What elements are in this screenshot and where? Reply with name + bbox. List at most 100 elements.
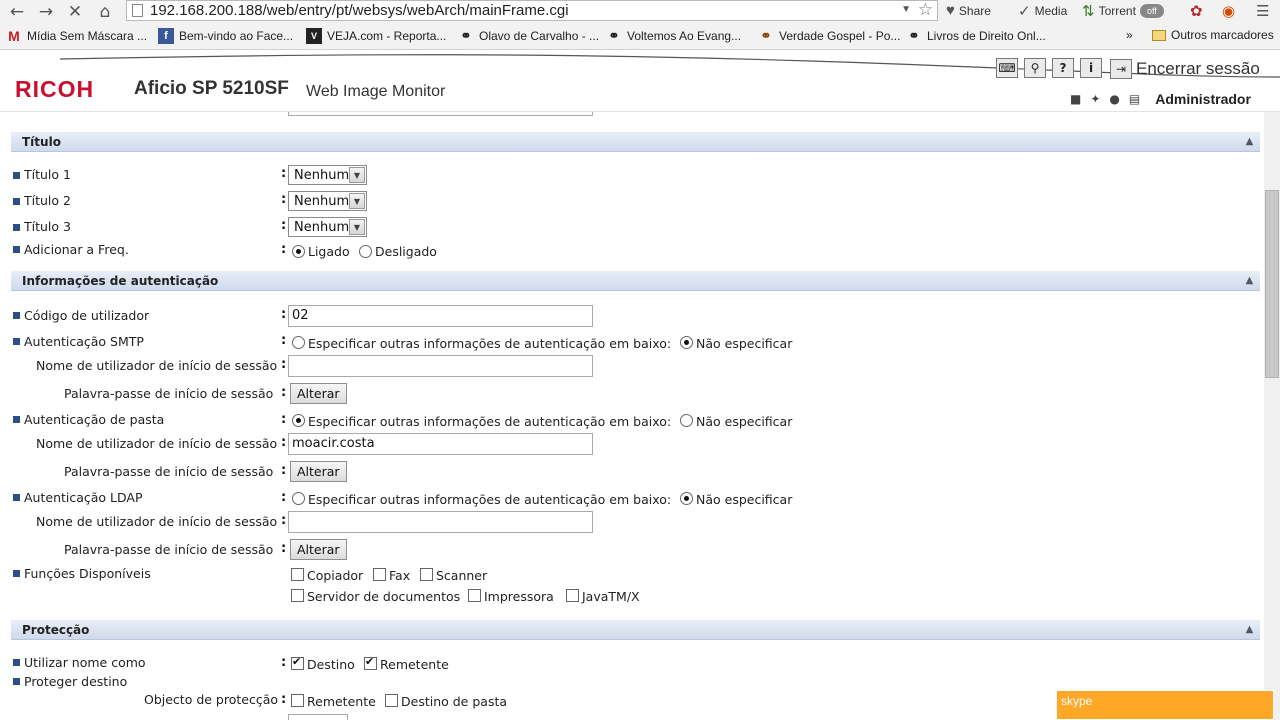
overflow-chevron-icon: » (1126, 28, 1133, 42)
freq-on-radio[interactable] (292, 245, 305, 258)
function-fax-checkbox[interactable] (373, 568, 386, 581)
smtp-username-input[interactable] (288, 355, 593, 377)
other-bookmarks[interactable]: Outros marcadores (1152, 28, 1274, 42)
titulo1-select[interactable]: Nenhum ▼ (288, 165, 367, 185)
colon: : (281, 242, 287, 257)
folder-username-input[interactable]: moacir.costa (288, 433, 593, 455)
user-icon[interactable]: ● (1109, 92, 1119, 106)
smtp-not-specify-radio[interactable] (680, 336, 693, 349)
checkbox-label: Remetente (307, 694, 376, 709)
home-icon[interactable]: ⌂ (92, 0, 118, 24)
bookmark-item[interactable]: ⚭ Livros de Direito Onl... (906, 28, 1046, 44)
torrent-extension[interactable]: ⇅ Torrent off (1082, 2, 1164, 20)
freq-off-radio[interactable] (359, 245, 372, 258)
use-name-sender-checkbox[interactable] (364, 655, 377, 670)
bookmark-item[interactable]: ⚭ Olavo de Carvalho - ... (458, 28, 600, 44)
partial-input[interactable] (288, 112, 593, 116)
function-document-server-checkbox[interactable] (291, 589, 304, 602)
user-code-input[interactable]: 02 (288, 305, 593, 327)
function-copier-checkbox[interactable] (291, 568, 304, 581)
info-icon[interactable]: i (1080, 58, 1102, 78)
field-label: Objecto de protecção (144, 692, 279, 707)
partial-bottom-input[interactable] (288, 714, 348, 720)
function-scanner-checkbox[interactable] (420, 568, 433, 581)
titulo2-select[interactable]: Nenhum ▼ (288, 191, 367, 211)
folder-change-password-button[interactable]: Alterar (290, 461, 347, 482)
bookmark-item[interactable]: ⚭ Voltemos Ao Evang... (606, 28, 742, 44)
colon: : (281, 307, 287, 322)
field-label: Nome de utilizador de início de sessão (36, 514, 278, 529)
bullet-icon (13, 659, 20, 666)
titulo3-select[interactable]: Nenhum ▼ (288, 217, 367, 237)
protect-sender-checkbox[interactable] (291, 694, 304, 707)
field-label: Funções Disponíveis (24, 566, 151, 581)
main-content: Título ▲ Título 1 : Nenhum ▼ Título 2 : … (0, 112, 1264, 720)
extension-icon-2[interactable]: ◉ (1222, 2, 1235, 20)
smtp-change-password-button[interactable]: Alterar (290, 383, 347, 404)
bookmark-label: Livros de Direito Onl... (927, 29, 1046, 43)
forward-arrow-icon[interactable]: → (33, 0, 59, 24)
ldap-username-input[interactable] (288, 511, 593, 533)
url-dropdown-icon[interactable]: ▼ (901, 4, 911, 15)
protect-folder-dest-checkbox[interactable] (385, 694, 398, 707)
logout-label: Encerrar sessão (1136, 59, 1260, 78)
app-header: RICOH Aficio SP 5210SF Web Image Monitor… (0, 51, 1280, 112)
extension-icon-1[interactable]: ✿ (1190, 2, 1203, 20)
radio-label: Não especificar (696, 414, 793, 429)
use-name-destination-checkbox[interactable] (291, 655, 304, 670)
app-name: Web Image Monitor (306, 83, 446, 100)
lock-icon[interactable]: ■ (1070, 92, 1081, 106)
skype-notification[interactable]: skype (1056, 690, 1274, 720)
folder-not-specify-radio[interactable] (680, 414, 693, 427)
bookmark-item[interactable]: M Mídia Sem Máscara ... (6, 28, 147, 44)
globe-icon: ⚭ (460, 28, 472, 43)
ldap-specify-radio[interactable] (292, 492, 305, 505)
ldap-not-specify-radio[interactable] (680, 492, 693, 505)
globe-icon: ⚭ (908, 28, 920, 43)
share-extension[interactable]: ♥ Share (946, 2, 991, 19)
back-arrow-icon[interactable]: ← (4, 0, 30, 24)
checkbox-label: Copiador (307, 568, 364, 583)
other-bookmarks-label: Outros marcadores (1171, 28, 1274, 42)
stop-loading-icon[interactable]: ✕ (62, 0, 88, 24)
user-bar: ■ ✦ ● ▤ Administrador (1070, 91, 1251, 107)
document-icon[interactable]: ▤ (1129, 92, 1140, 106)
url-text: 192.168.200.188/web/entry/pt/websys/webA… (150, 2, 569, 19)
smtp-specify-radio[interactable] (292, 336, 305, 349)
logout-button[interactable]: ⇥ Encerrar sessão (1110, 59, 1260, 79)
colon: : (281, 692, 287, 707)
scrollbar-thumb[interactable] (1265, 190, 1279, 378)
collapse-icon[interactable]: ▲ (1243, 135, 1256, 148)
folder-specify-radio[interactable] (292, 414, 305, 427)
collapse-icon[interactable]: ▲ (1243, 274, 1256, 287)
function-printer-checkbox[interactable] (468, 589, 481, 602)
collapse-icon[interactable]: ▲ (1243, 623, 1256, 636)
logout-icon: ⇥ (1110, 59, 1132, 79)
radio-label: Especificar outras informações de autent… (308, 414, 672, 429)
bookmarks-overflow-button[interactable]: » (1126, 28, 1133, 42)
torrent-toggle[interactable]: off (1139, 4, 1164, 18)
media-extension[interactable]: ✓ Media (1018, 2, 1067, 20)
select-value: Nenhum (294, 167, 350, 183)
field-label: Proteger destino (24, 674, 128, 689)
network-icon[interactable]: ✦ (1090, 92, 1100, 106)
url-bar[interactable]: 192.168.200.188/web/entry/pt/websys/webA… (126, 0, 938, 21)
menu-icon[interactable]: ☰ (1256, 2, 1269, 20)
colon: : (281, 490, 287, 505)
bookmark-label: VEJA.com - Reporta... (327, 29, 447, 43)
section-header-protection: Protecção ▲ (11, 620, 1260, 640)
bookmark-item[interactable]: f Bem-vindo ao Face... (158, 28, 293, 44)
select-value: Nenhum (294, 219, 350, 235)
bookmark-item[interactable]: ⚭ Verdade Gospel - Po... (758, 28, 901, 44)
keyboard-icon[interactable]: ⌨ (996, 58, 1018, 78)
bookmark-item[interactable]: V VEJA.com - Reporta... (306, 28, 446, 44)
radio-label: Não especificar (696, 492, 793, 507)
colon: : (281, 655, 287, 670)
bookmark-star-icon[interactable]: ☆ (918, 0, 933, 20)
search-icon[interactable]: ⚲ (1024, 58, 1046, 78)
help-icon[interactable]: ? (1052, 58, 1074, 78)
checkbox-label: Impressora (484, 589, 554, 604)
ldap-change-password-button[interactable]: Alterar (290, 539, 347, 560)
radio-label: Ligado (308, 244, 350, 259)
function-java-checkbox[interactable] (566, 589, 579, 602)
